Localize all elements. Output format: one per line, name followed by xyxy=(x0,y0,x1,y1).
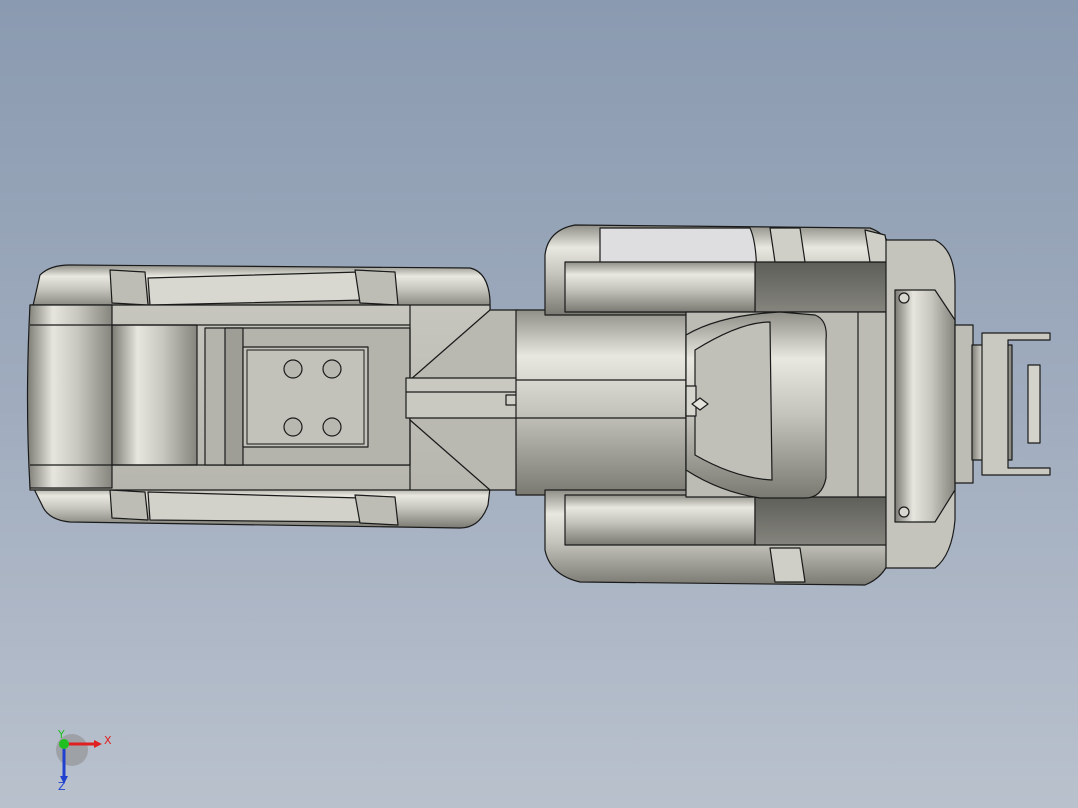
motor-cover[interactable] xyxy=(685,311,887,499)
cad-3d-viewport[interactable]: X Y Z xyxy=(0,0,1078,808)
mounting-bracket[interactable] xyxy=(954,324,1051,484)
base-lower-cylinder[interactable] xyxy=(544,489,896,586)
base-upper-cylinder[interactable] xyxy=(544,224,896,316)
coordinate-triad: X Y Z xyxy=(56,728,112,792)
base-flange[interactable] xyxy=(885,239,956,569)
y-axis-label: Y xyxy=(57,728,65,741)
x-axis-arrow xyxy=(94,740,102,748)
robot-arm-model[interactable] xyxy=(0,0,1078,808)
z-axis-label: Z xyxy=(58,780,66,792)
x-axis-label: X xyxy=(104,734,112,747)
